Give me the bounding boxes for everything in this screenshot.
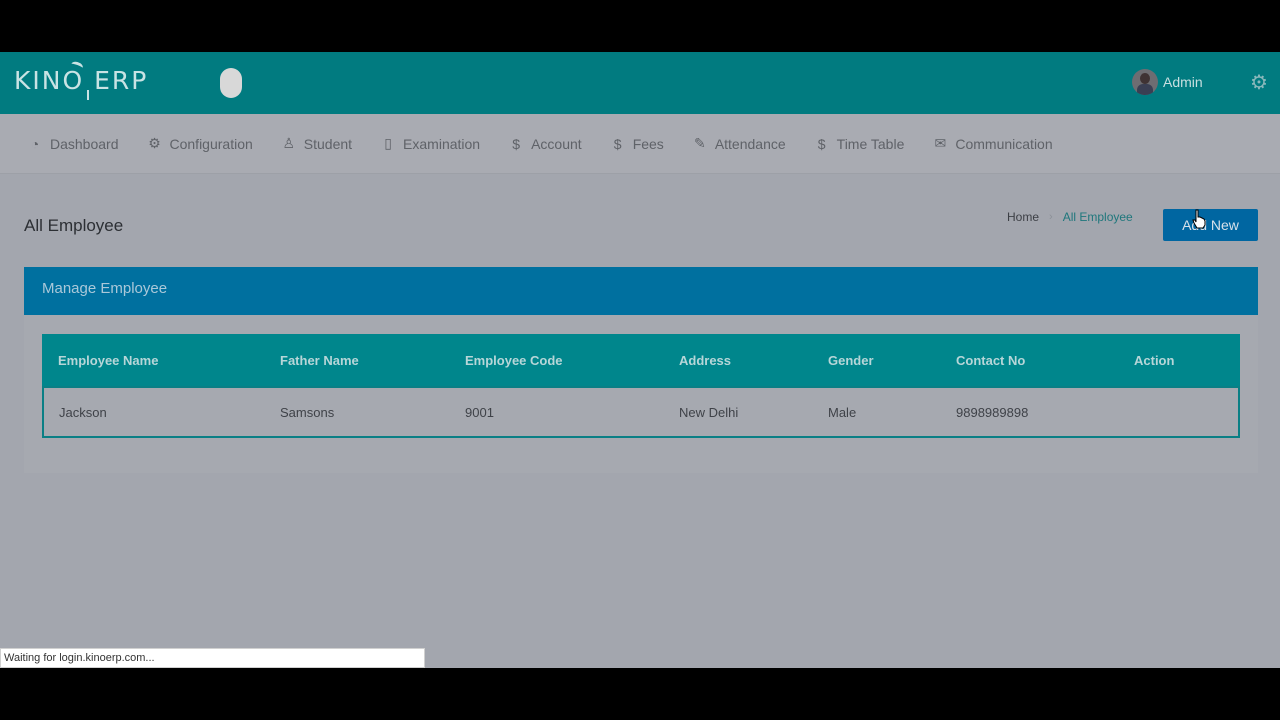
- sidebar-toggle[interactable]: [220, 68, 242, 98]
- dollar-icon: $: [817, 135, 826, 152]
- logo[interactable]: KINO ERP: [14, 60, 148, 100]
- dollar-icon: $: [512, 135, 520, 152]
- nav-item-configuration[interactable]: ⚙ Configuration: [147, 135, 253, 152]
- avatar: [1132, 69, 1158, 95]
- column-header[interactable]: Employee Code: [465, 353, 563, 368]
- nav-label: Fees: [632, 135, 664, 152]
- browser-status-bar: Waiting for login.kinoerp.com...: [0, 648, 425, 668]
- nav-label: Communication: [955, 135, 1053, 152]
- nav-label: Time Table: [836, 135, 905, 152]
- breadcrumb-home[interactable]: Home: [1007, 210, 1039, 224]
- cell-contact-no: 9898989898: [956, 404, 1029, 420]
- nav-label: Configuration: [169, 135, 253, 152]
- cell-address: New Delhi: [679, 404, 739, 420]
- settings-gear-icon[interactable]: ⚙: [1250, 70, 1268, 95]
- gear-icon: ⚙: [148, 135, 161, 151]
- nav-item-account[interactable]: $ Account: [508, 136, 582, 152]
- table-row[interactable]: Jackson Samsons 9001 New Delhi Male 9898…: [42, 386, 1240, 438]
- nav-item-dashboard[interactable]: ◔ Dashboard: [27, 136, 119, 152]
- user-name: Admin: [1163, 74, 1203, 90]
- breadcrumb: Home › All Employee: [1007, 210, 1133, 224]
- cell-employee-code: 9001: [465, 404, 494, 420]
- nav-label: Attendance: [714, 135, 786, 152]
- card-title: Manage Employee: [24, 267, 1258, 315]
- column-header[interactable]: Contact No: [956, 353, 1025, 368]
- nav-label: Account: [531, 135, 582, 152]
- page-title: All Employee: [24, 216, 124, 235]
- nav-label: Dashboard: [50, 135, 119, 152]
- nav-item-attendance[interactable]: ✎ Attendance: [692, 135, 786, 152]
- cell-gender: Male: [828, 404, 857, 420]
- employee-table: Employee Name Father Name Employee Code …: [42, 334, 1240, 438]
- nav-item-communication[interactable]: ✉ Communication: [932, 135, 1052, 152]
- manage-employee-card: Manage Employee Employee Name Father Nam…: [24, 267, 1258, 473]
- user-icon: ♙: [282, 135, 296, 151]
- nav-label: Student: [303, 135, 353, 152]
- nav-label: Examination: [403, 135, 481, 152]
- nav-item-student[interactable]: ♙ Student: [281, 135, 353, 152]
- edit-icon: ✎: [693, 135, 706, 151]
- table-header: Employee Name Father Name Employee Code …: [42, 334, 1240, 386]
- top-header: KINO ERP Admin ⚙: [0, 52, 1280, 114]
- hand-cursor-icon: [1192, 209, 1206, 229]
- nav-item-time-table[interactable]: $ Time Table: [814, 136, 905, 152]
- column-header[interactable]: Gender: [828, 353, 874, 368]
- nav-item-examination[interactable]: ▯ Examination: [380, 135, 480, 152]
- column-header: Action: [1134, 352, 1175, 368]
- dollar-icon: $: [613, 135, 622, 152]
- clipboard-icon: ▯: [384, 135, 392, 151]
- column-header[interactable]: Address: [679, 353, 731, 368]
- main-nav: ◔ Dashboard ⚙ Configuration ♙ Student ▯ …: [0, 114, 1280, 174]
- user-menu[interactable]: Admin: [1132, 69, 1203, 95]
- browser-viewport: KINO ERP Admin ⚙ ◔ Dashboard ⚙ Configura…: [0, 52, 1280, 668]
- cell-father-name: Samsons: [280, 404, 335, 420]
- cell-employee-name: Jackson: [59, 404, 107, 420]
- dashboard-icon: ◔: [30, 135, 40, 152]
- add-new-button[interactable]: Add New: [1163, 209, 1258, 241]
- column-header[interactable]: Father Name: [280, 353, 359, 368]
- nav-item-fees[interactable]: $ Fees: [610, 136, 664, 152]
- bulb-icon: [87, 90, 89, 100]
- breadcrumb-current: All Employee: [1062, 210, 1133, 224]
- envelope-icon: ✉: [934, 135, 947, 151]
- chevron-right-icon: ›: [1049, 211, 1053, 223]
- column-header[interactable]: Employee Name: [58, 353, 158, 368]
